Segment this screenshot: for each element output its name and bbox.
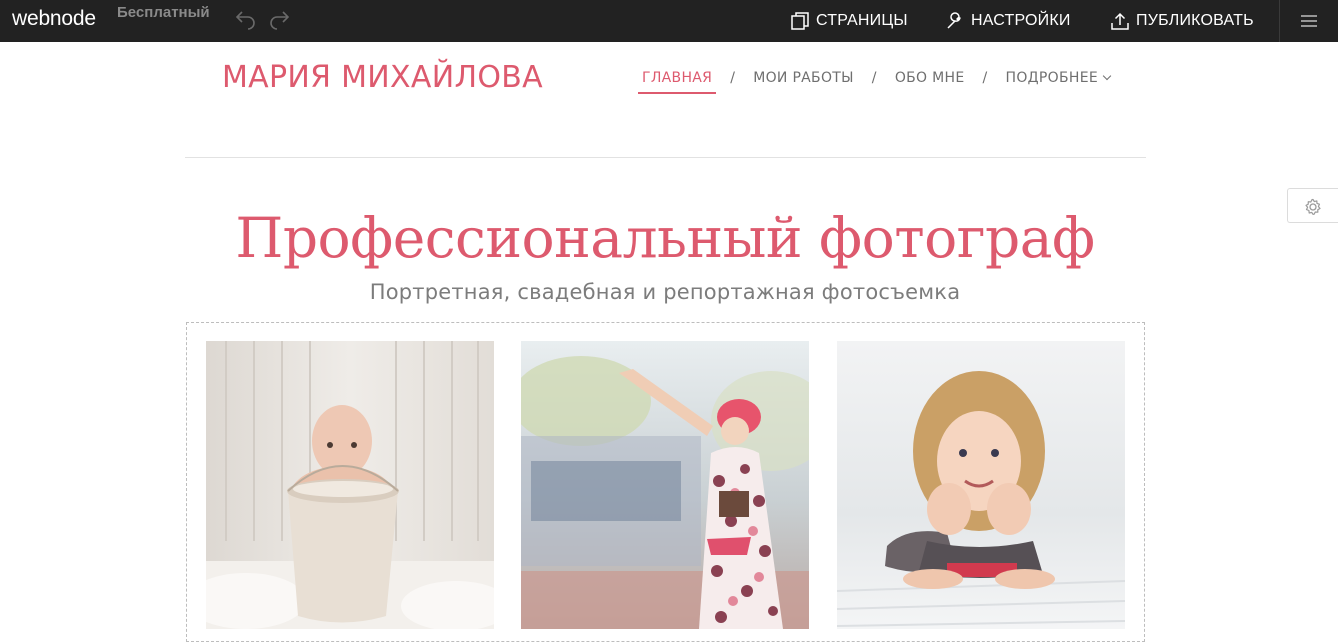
- nav-item-my-works[interactable]: МОИ РАБОТЫ: [749, 70, 858, 92]
- header-divider: [185, 157, 1146, 158]
- nav-separator: /: [982, 70, 988, 86]
- hamburger-icon[interactable]: [1298, 12, 1320, 30]
- undo-icon[interactable]: [232, 8, 258, 30]
- girl-hailing-taxi-photo[interactable]: [521, 341, 809, 629]
- main-navigation: ГЛАВНАЯ / МОИ РАБОТЫ / ОБО МНЕ / ПОДРОБН…: [638, 70, 1114, 98]
- smiling-girl-lying-photo[interactable]: [837, 341, 1125, 629]
- pages-icon: [791, 12, 809, 30]
- nav-item-more[interactable]: ПОДРОБНЕЕ: [1002, 70, 1114, 92]
- nav-separator: /: [871, 70, 877, 86]
- chevron-down-icon: [1102, 71, 1112, 81]
- publish-label: ПУБЛИКОВАТЬ: [1136, 12, 1254, 29]
- pages-button[interactable]: СТРАНИЦЫ: [790, 0, 908, 42]
- site-title[interactable]: МАРИЯ МИХАЙЛОВА: [222, 60, 543, 95]
- hero-title[interactable]: Профессиональный фотограф: [0, 206, 1330, 270]
- nav-item-home[interactable]: ГЛАВНАЯ: [638, 70, 717, 94]
- plan-label: Бесплатный: [117, 4, 210, 21]
- nav-item-more-label: ПОДРОБНЕЕ: [1005, 70, 1098, 86]
- editor-toolbar: webnode Бесплатный СТРАНИЦЫ НАСТРОЙКИ ПУ…: [0, 0, 1338, 42]
- nav-item-about[interactable]: ОБО МНЕ: [891, 70, 969, 92]
- pages-label: СТРАНИЦЫ: [816, 12, 908, 29]
- baby-in-bucket-photo[interactable]: [206, 341, 494, 629]
- settings-label: НАСТРОЙКИ: [971, 12, 1071, 29]
- toolbar-divider: [1279, 0, 1280, 42]
- hero-subtitle[interactable]: Портретная, свадебная и репортажная фото…: [0, 280, 1330, 304]
- publish-button[interactable]: ПУБЛИКОВАТЬ: [1110, 0, 1254, 42]
- nav-separator: /: [730, 70, 736, 86]
- wrench-icon: [947, 12, 961, 29]
- upload-icon: [1111, 12, 1129, 30]
- webnode-logo[interactable]: webnode: [12, 7, 96, 31]
- redo-icon[interactable]: [267, 8, 293, 30]
- settings-button[interactable]: НАСТРОЙКИ: [945, 0, 1071, 42]
